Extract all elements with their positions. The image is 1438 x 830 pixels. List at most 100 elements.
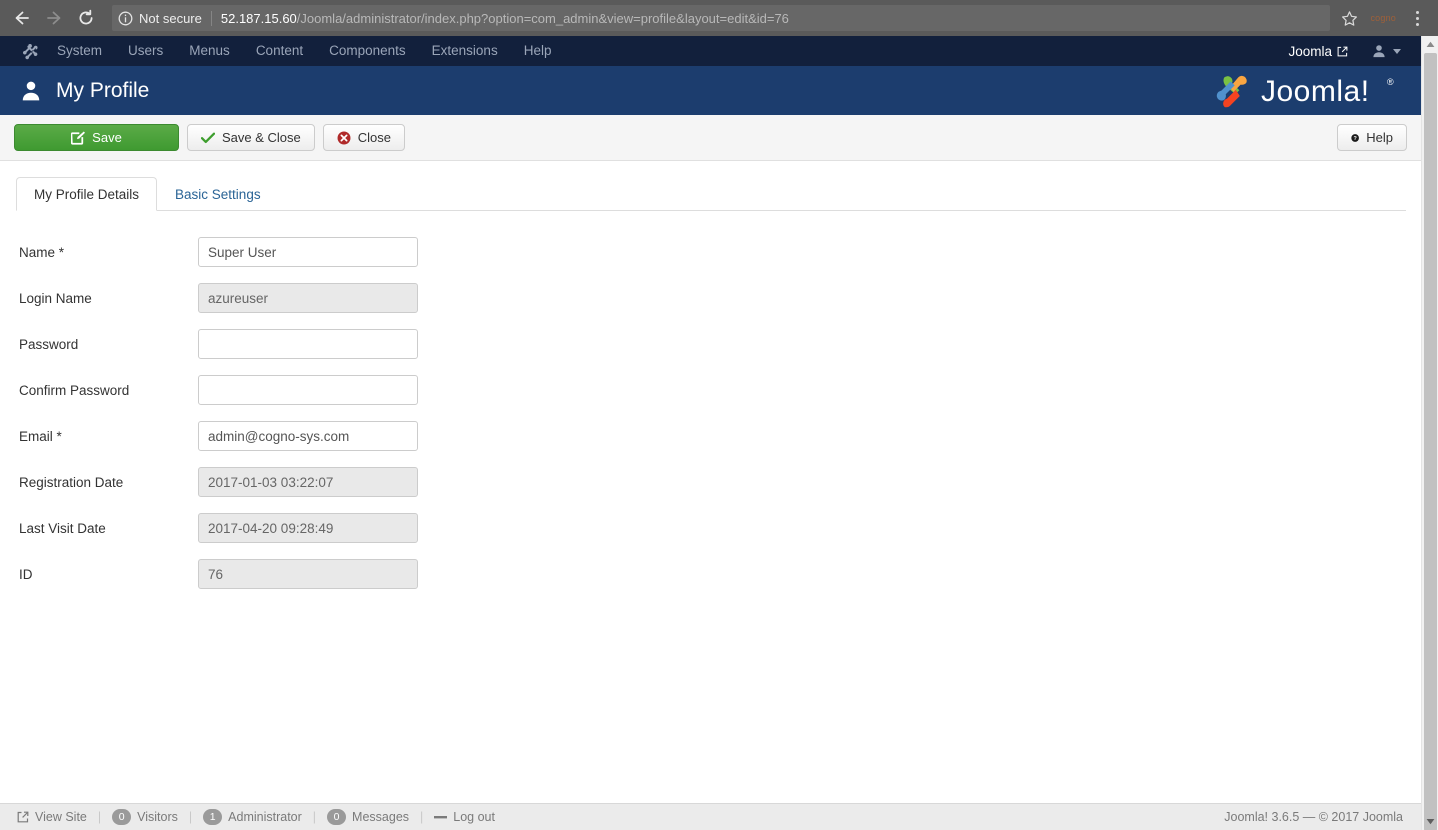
help-button-label: Help: [1366, 130, 1393, 145]
browser-toolbar: Not secure 52.187.15.60/Joomla/administr…: [0, 0, 1438, 36]
copyright-text: Joomla! 3.6.5 — © 2017 Joomla: [1224, 810, 1403, 824]
id-input: [198, 559, 418, 589]
label-confirm-password: Confirm Password: [19, 382, 130, 398]
admin-menu-item-menus[interactable]: Menus: [176, 36, 243, 66]
url-host: 52.187.15.60: [220, 10, 297, 26]
scrollbar-thumb[interactable]: [1424, 53, 1437, 830]
admin-menu-item-components[interactable]: Components: [316, 36, 419, 66]
page-header: My Profile Joomla! ®: [0, 66, 1421, 115]
content-area: My Profile Details Basic Settings Name *…: [0, 177, 1421, 597]
administrator-status[interactable]: 1 Administrator: [192, 809, 313, 825]
name-input[interactable]: [198, 237, 418, 267]
tab-my-profile-details[interactable]: My Profile Details: [16, 177, 158, 211]
save-button[interactable]: Save: [14, 124, 179, 151]
registration-date-input: [198, 467, 418, 497]
label-email: Email *: [19, 428, 62, 444]
close-button[interactable]: Close: [322, 124, 406, 151]
admin-menu-item-content[interactable]: Content: [243, 36, 316, 66]
user-menu-button[interactable]: [1358, 44, 1409, 58]
view-site-label: View Site: [35, 810, 87, 824]
remove-circle-icon: [337, 131, 351, 144]
admin-bar-right: Joomla: [1278, 44, 1421, 59]
label-id: ID: [19, 566, 33, 582]
form-row-last-visit-date: Last Visit Date: [16, 505, 1405, 551]
form-row-confirm-password: Confirm Password: [16, 367, 1405, 413]
bookmark-star-icon[interactable]: [1336, 5, 1362, 31]
user-icon: [22, 81, 40, 100]
reload-button[interactable]: [72, 4, 100, 32]
back-button[interactable]: [8, 4, 36, 32]
visitors-label: Visitors: [137, 810, 178, 824]
editor-toolbar: Save Save & Close Close ? Help: [0, 115, 1421, 161]
scroll-down-arrow-icon[interactable]: [1422, 813, 1438, 830]
svg-text:®: ®: [1387, 77, 1394, 87]
page-scrollbar[interactable]: [1421, 36, 1438, 830]
logout-link[interactable]: Log out: [423, 810, 506, 824]
status-bar: View Site | 0 Visitors | 1 Administrator…: [0, 803, 1421, 830]
address-bar[interactable]: Not secure 52.187.15.60/Joomla/administr…: [112, 5, 1331, 31]
form-row-id: ID: [16, 551, 1405, 597]
visitors-status[interactable]: 0 Visitors: [101, 809, 189, 825]
chevron-down-icon: [1393, 48, 1401, 54]
svg-text:?: ?: [1353, 136, 1356, 142]
page-title-text: My Profile: [56, 78, 150, 102]
profile-form: Name * Login Name Password Confirm Passw…: [16, 211, 1405, 597]
forward-button[interactable]: [40, 4, 68, 32]
form-row-password: Password: [16, 321, 1405, 367]
email-input[interactable]: [198, 421, 418, 451]
form-row-registration-date: Registration Date: [16, 459, 1405, 505]
page-viewport: System Users Menus Content Components Ex…: [0, 36, 1438, 830]
joomla-brand-icon[interactable]: [16, 43, 44, 60]
save-and-close-label: Save & Close: [222, 130, 301, 145]
help-button[interactable]: ? Help: [1337, 124, 1407, 151]
form-row-name: Name *: [16, 229, 1405, 275]
admin-menu-item-users[interactable]: Users: [115, 36, 176, 66]
url-text: 52.187.15.60/Joomla/administrator/index.…: [221, 11, 789, 26]
close-button-label: Close: [357, 130, 392, 145]
external-link-icon: [1337, 46, 1348, 56]
edit-square-icon: [71, 131, 86, 145]
external-link-icon: [17, 811, 29, 823]
check-icon: [201, 132, 215, 143]
page-title: My Profile: [20, 79, 149, 103]
scroll-up-arrow-icon[interactable]: [1422, 36, 1438, 53]
save-and-close-button[interactable]: Save & Close: [187, 124, 315, 151]
visit-site-label: Joomla: [1288, 43, 1332, 59]
admin-menu-item-system[interactable]: System: [44, 36, 115, 66]
view-site-link[interactable]: View Site: [6, 810, 98, 824]
extension-badge[interactable]: cogno: [1362, 13, 1404, 23]
joomla-admin-page: System Users Menus Content Components Ex…: [0, 36, 1421, 830]
admin-menu-item-extensions[interactable]: Extensions: [419, 36, 511, 66]
browser-menu-icon[interactable]: [1404, 10, 1430, 26]
password-input[interactable]: [198, 329, 418, 359]
admin-menu-bar: System Users Menus Content Components Ex…: [0, 36, 1421, 66]
label-password: Password: [19, 336, 79, 352]
label-name: Name *: [19, 244, 65, 260]
messages-label: Messages: [352, 810, 410, 824]
joomla-logo-icon: Joomla! ®: [1215, 71, 1403, 111]
administrator-count-badge: 1: [203, 809, 223, 825]
svg-text:Joomla!: Joomla!: [1261, 75, 1370, 108]
administrator-label: Administrator: [228, 810, 302, 824]
info-circle-icon: [118, 11, 133, 25]
tab-basic-settings[interactable]: Basic Settings: [157, 177, 279, 211]
logout-label: Log out: [453, 810, 495, 824]
minus-icon: [434, 816, 448, 819]
form-row-login-name: Login Name: [16, 275, 1405, 321]
label-registration-date: Registration Date: [19, 474, 124, 490]
question-circle-icon: ?: [1351, 133, 1359, 142]
last-visit-date-input: [198, 513, 418, 543]
visit-site-link[interactable]: Joomla: [1278, 44, 1358, 59]
messages-count-badge: 0: [327, 809, 347, 825]
visitors-count-badge: 0: [112, 809, 132, 825]
admin-menu: System Users Menus Content Components Ex…: [44, 36, 564, 66]
url-path: /Joomla/administrator/index.php?option=c…: [296, 10, 789, 26]
admin-menu-item-help[interactable]: Help: [511, 36, 565, 66]
not-secure-label: Not secure: [139, 10, 202, 26]
label-login-name: Login Name: [19, 290, 92, 306]
confirm-password-input[interactable]: [198, 375, 418, 405]
label-last-visit-date: Last Visit Date: [19, 520, 106, 536]
messages-status[interactable]: 0 Messages: [316, 809, 420, 825]
site-security-indicator[interactable]: Not secure: [118, 10, 212, 26]
save-button-label: Save: [92, 130, 122, 145]
